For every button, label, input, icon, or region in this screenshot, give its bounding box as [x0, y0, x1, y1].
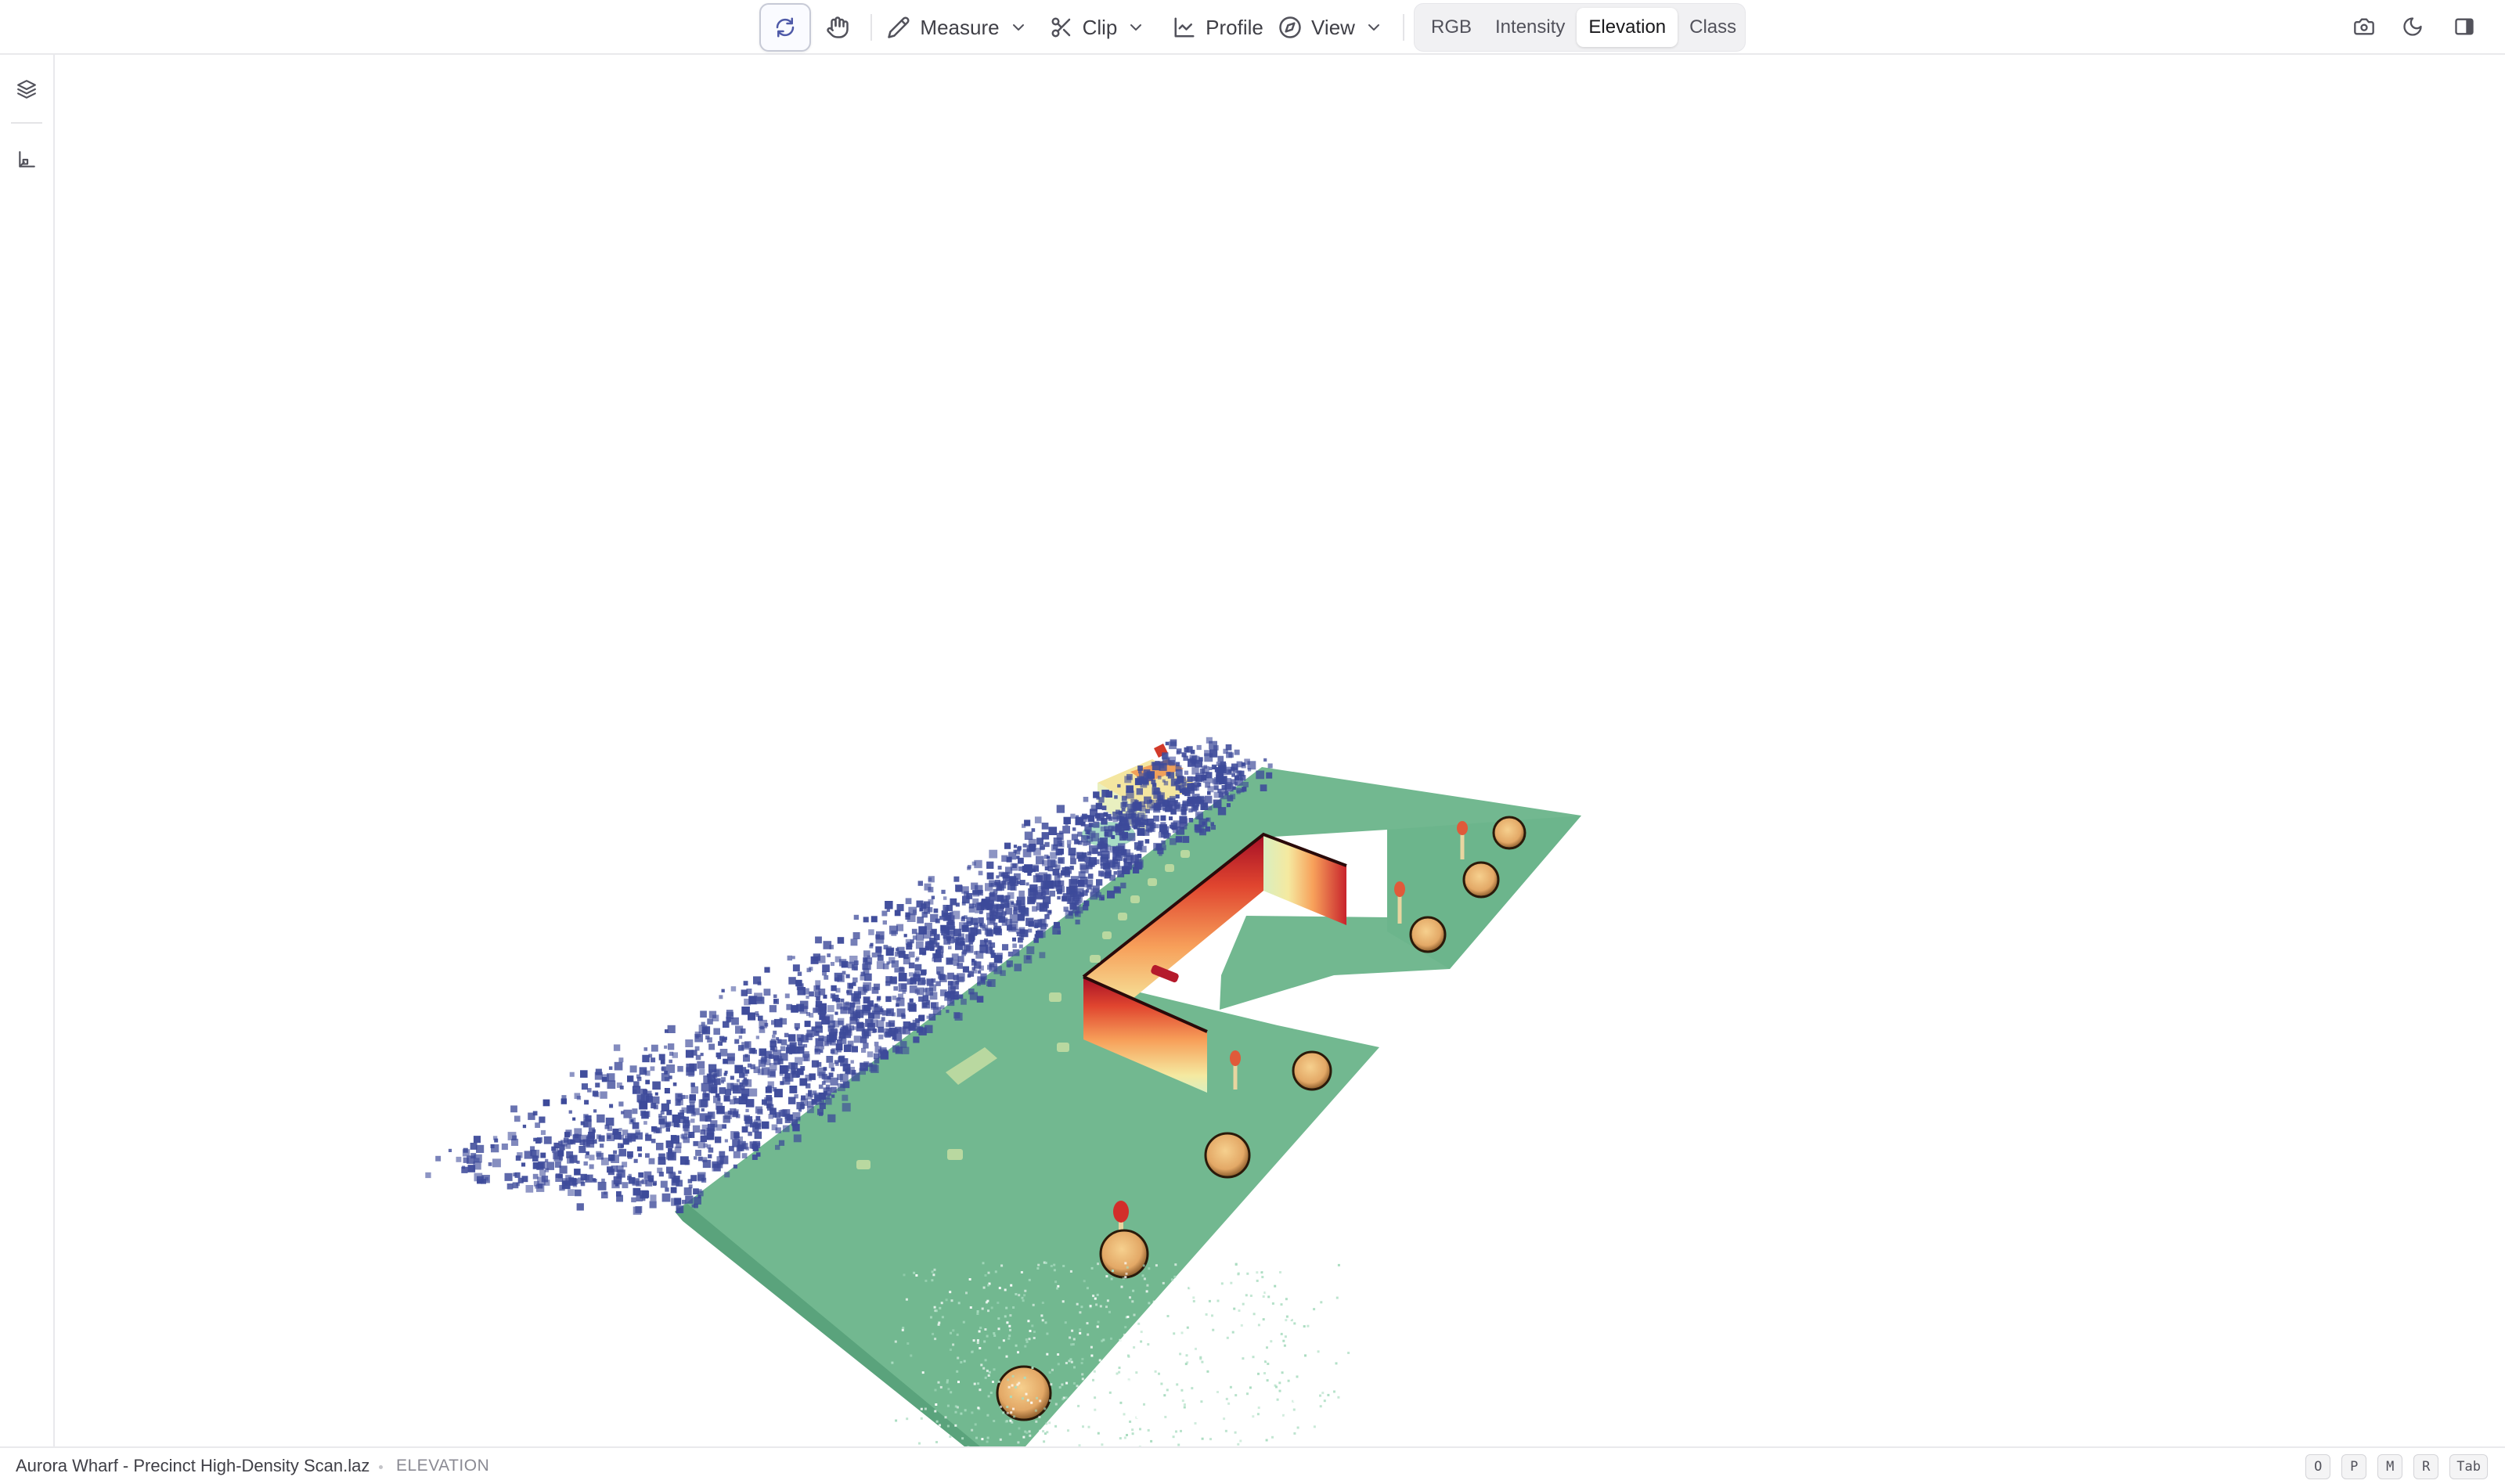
- sidebar-divider: [11, 122, 42, 124]
- shortcut-key-m: M: [2377, 1454, 2403, 1479]
- layers-button[interactable]: [9, 72, 44, 106]
- moon-icon: [2403, 17, 2422, 36]
- screenshot-button[interactable]: [2348, 11, 2380, 42]
- chevron-down-icon: [1368, 24, 1379, 31]
- line-chart-icon: [1174, 17, 1195, 38]
- color-mode-selector: RGB Intensity Elevation Class: [1414, 3, 1746, 52]
- axes-button[interactable]: [9, 142, 44, 177]
- top-toolbar: Measure Clip Profile View RGB Intensity …: [0, 0, 2505, 55]
- toolbar-divider: [1403, 14, 1404, 41]
- color-mode-elevation[interactable]: Elevation: [1577, 8, 1678, 47]
- toolbar-divider: [870, 14, 872, 41]
- chevron-down-icon: [1012, 24, 1024, 31]
- panel-toggle-icon: [2455, 18, 2474, 35]
- status-bar: Aurora Wharf - Precinct High-Density Sca…: [0, 1446, 2505, 1484]
- camera-icon: [2354, 18, 2374, 35]
- color-mode-class[interactable]: Class: [1678, 8, 1748, 47]
- chevron-down-icon: [1130, 24, 1142, 31]
- shortcut-keys: O P M R Tab: [2305, 1454, 2488, 1479]
- layers-icon: [17, 80, 36, 99]
- left-sidebar: [0, 55, 55, 1446]
- color-mode-status: ELEVATION: [396, 1457, 490, 1475]
- ruler-pencil-icon: [888, 16, 910, 38]
- color-mode-intensity[interactable]: Intensity: [1483, 8, 1577, 47]
- profile-label: Profile: [1206, 15, 1263, 39]
- measure-label: Measure: [920, 15, 1000, 39]
- theme-toggle-button[interactable]: [2397, 11, 2428, 42]
- profile-button[interactable]: Profile: [1165, 3, 1271, 52]
- measure-button[interactable]: Measure: [883, 3, 1032, 52]
- clip-button[interactable]: Clip: [1044, 3, 1151, 52]
- file-name: Aurora Wharf - Precinct High-Density Sca…: [16, 1456, 370, 1475]
- view-button[interactable]: View: [1276, 3, 1386, 52]
- clip-label: Clip: [1082, 15, 1118, 39]
- shortcut-key-o: O: [2305, 1454, 2331, 1479]
- orbit-button[interactable]: [759, 3, 811, 52]
- color-mode-rgb[interactable]: RGB: [1419, 8, 1483, 47]
- view-label: View: [1311, 15, 1355, 39]
- shortcut-key-r: R: [2413, 1454, 2439, 1479]
- shortcut-key-p: P: [2341, 1454, 2367, 1479]
- hand-pan-icon: [827, 16, 849, 38]
- point-cloud-viewport[interactable]: [56, 55, 2505, 1446]
- status-separator: [379, 1465, 383, 1469]
- point-cloud-canvas[interactable]: [56, 55, 2505, 1446]
- panel-toggle-button[interactable]: [2449, 11, 2480, 42]
- shortcut-key-tab: Tab: [2449, 1454, 2488, 1479]
- orbit-rotate-icon: [776, 17, 795, 38]
- compass-icon: [1279, 16, 1301, 38]
- pan-button[interactable]: [811, 3, 864, 52]
- scissors-icon: [1051, 17, 1070, 38]
- axes-icon: [19, 151, 35, 167]
